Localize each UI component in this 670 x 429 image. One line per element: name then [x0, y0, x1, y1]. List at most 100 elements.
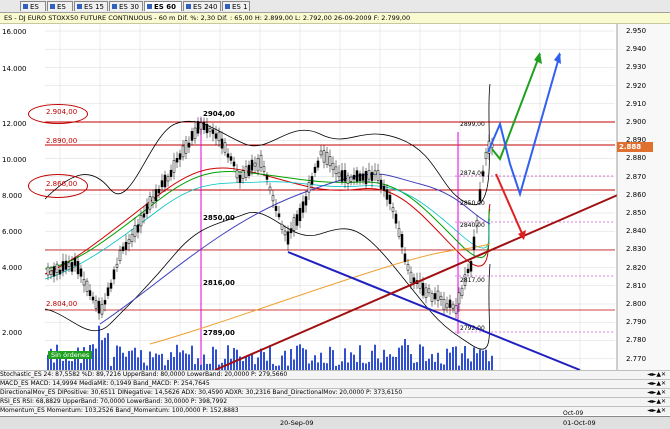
candle-body [232, 161, 236, 167]
candle-body [175, 158, 179, 163]
volume-bar [203, 354, 205, 370]
volume-bar [152, 357, 154, 370]
tab-es-15m[interactable]: ES 15 m [74, 1, 108, 21]
price-chart[interactable]: 16.000 14.000 12.000 10.000 8.000 6.000 … [0, 24, 670, 371]
candle-body [397, 228, 401, 237]
volume-bar [305, 349, 307, 370]
tab-es-1m[interactable]: ES 1 m [20, 1, 46, 21]
candle-body [193, 127, 197, 139]
volume-bar [461, 353, 463, 370]
tab-es-30m[interactable]: ES 30 m [109, 1, 143, 21]
indicator-macd[interactable]: MACD_ES MACD: 14,9994 MediaMit: 0,1949 B… [0, 379, 670, 388]
tab-es-60m[interactable]: ES 60 m [144, 1, 182, 21]
indicator-controls-icon[interactable]: ◄►▲✕ [647, 407, 666, 415]
candle-body [196, 121, 200, 134]
indicator-controls-icon[interactable]: ◄►▲✕ [647, 380, 666, 388]
candle-body [334, 166, 338, 175]
volume-bar [290, 349, 292, 370]
chart-icon [77, 4, 82, 9]
volume-bar [95, 348, 97, 370]
chart-icon [23, 4, 28, 9]
volume-bar [353, 354, 355, 370]
candle-body [160, 180, 164, 188]
volume-bar [116, 345, 118, 370]
level-label: 2.904,00 [46, 108, 78, 116]
volume-bar [293, 359, 295, 370]
price-axis-label: 2.830 [626, 245, 647, 254]
volume-bar [371, 350, 373, 370]
date-label: 20-Sep-09 [280, 419, 314, 427]
candle-body [409, 271, 413, 284]
candle-body [235, 170, 239, 179]
candle-body [283, 230, 287, 236]
candle-body [85, 280, 89, 292]
candle-body [451, 303, 455, 309]
candle-body [115, 263, 119, 268]
volume-bar [68, 360, 70, 370]
price-axis-label: 2.950 [626, 27, 647, 35]
candle-body [373, 170, 377, 176]
candle-body [244, 166, 248, 178]
volume-bar [344, 348, 346, 370]
candle-body [67, 262, 71, 267]
volume-bar [182, 350, 184, 370]
candle-body [262, 166, 266, 172]
volume-bar [86, 358, 88, 370]
indicator-controls-icon[interactable]: ◄►▲✕ [647, 398, 666, 406]
volume-bar [389, 354, 391, 370]
tab-es-5m[interactable]: ES 5 m [47, 1, 73, 21]
volume-bar [362, 362, 364, 370]
candle-body [238, 174, 242, 183]
indicator-directional[interactable]: DirectionalMov_ES DIPositive: 30,6511 DI… [0, 388, 670, 397]
volume-bar [410, 354, 412, 370]
indicator-controls-icon[interactable]: ◄►▲✕ [647, 389, 666, 397]
indicator-controls-icon[interactable]: ◄►▲✕ [647, 371, 666, 379]
volume-bar [317, 362, 319, 370]
indicator-rsi[interactable]: RSI_ES RSI: 68,8829 UpperBand: 70,0000 L… [0, 397, 670, 406]
candle-body [106, 287, 110, 296]
candle-body [259, 154, 263, 168]
indicator-stochastic[interactable]: Stochastic_ES 24: 87,5582 %D: 89,7216 Up… [0, 370, 670, 379]
candle-body [73, 257, 77, 266]
candle-body [265, 175, 269, 180]
candle-body [112, 269, 116, 280]
volume-bar [449, 352, 451, 370]
volume-bar [434, 361, 436, 370]
tab-es-240m[interactable]: ES 240 m [183, 1, 221, 21]
candle-body [445, 303, 449, 309]
candle-body [121, 246, 125, 251]
volume-bar [131, 350, 133, 370]
left-axis-label: 12.000 [2, 120, 27, 128]
volume-bar [134, 347, 136, 370]
volume-bar [143, 362, 145, 370]
candle-body [52, 266, 56, 277]
volume-bar [398, 347, 400, 370]
candle-body [214, 133, 218, 139]
candle-body [139, 215, 143, 227]
candle-body [385, 189, 389, 200]
volume-bar [245, 356, 247, 370]
candle-body [166, 176, 170, 182]
price-axis-label: 2.790 [626, 318, 647, 327]
candle-body [76, 261, 80, 275]
candle-body [124, 241, 128, 250]
candle-body [163, 174, 167, 188]
volume-bar [98, 325, 100, 370]
left-axis-label: 10.000 [2, 156, 27, 164]
price-annotation: 2816,00 [203, 279, 235, 287]
volume-bar [395, 356, 397, 370]
volume-bar [296, 345, 298, 370]
tab-es-1d[interactable]: ES 1 D [222, 1, 250, 21]
candle-body [229, 156, 233, 161]
volume-bar [323, 362, 325, 370]
price-axis-label: 2.880 [626, 154, 647, 163]
candle-body [355, 170, 359, 182]
candle-body [64, 260, 68, 270]
candle-body [100, 304, 104, 315]
volume-bar [53, 362, 55, 370]
candle-body [118, 250, 122, 261]
candle-body [403, 253, 407, 262]
volume-bar [119, 346, 121, 370]
sin-ordenes-badge[interactable]: Sin órdenes [48, 351, 93, 359]
candle-body [199, 122, 203, 130]
